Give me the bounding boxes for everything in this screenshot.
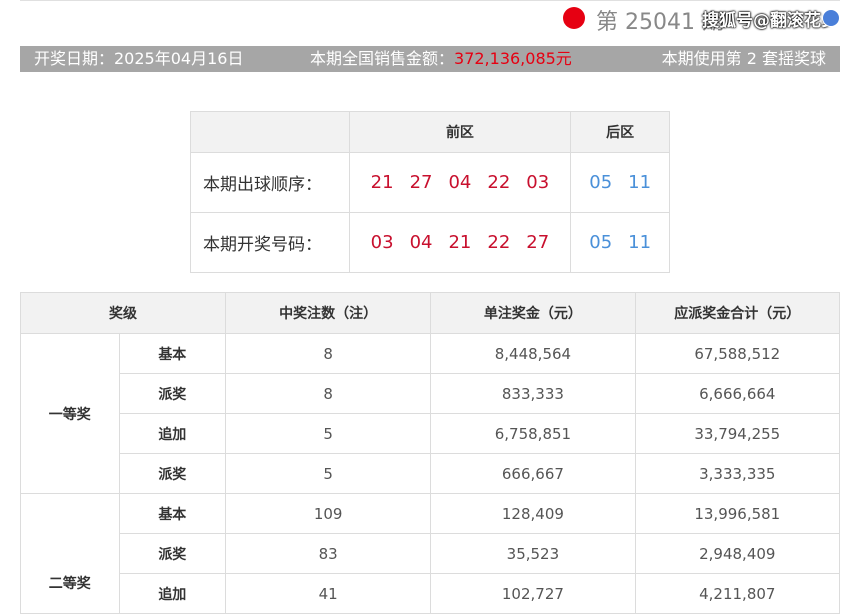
draw-row-label: 本期出球顺序： xyxy=(190,152,350,213)
sales-label: 本期全国销售金额： xyxy=(310,49,455,68)
single-prize: 102,727 xyxy=(430,573,636,614)
prize-subtype: 派奖 xyxy=(118,373,227,414)
front-ball: 04 xyxy=(448,172,472,193)
front-ball: 03 xyxy=(370,232,394,253)
front-ball: 22 xyxy=(487,172,511,193)
winner-count: 8 xyxy=(225,373,432,414)
single-prize: 128,409 xyxy=(430,493,636,534)
table-row: 追加 41 102,727 4,211,807 xyxy=(21,573,841,614)
corner-cell xyxy=(190,111,350,153)
prize-subtype: 追加 xyxy=(118,573,227,614)
sales-value: 372,136,085元 xyxy=(454,49,572,68)
winner-count: 83 xyxy=(225,533,432,574)
draw-header-row: 前区 后区 xyxy=(190,111,670,153)
header-count: 中奖注数（注） xyxy=(225,292,432,334)
front-ball: 21 xyxy=(448,232,472,253)
front-numbers: 03 04 21 22 27 xyxy=(348,212,572,273)
front-ball: 21 xyxy=(370,172,394,193)
total-prize: 4,211,807 xyxy=(634,573,841,614)
total-prize: 33,794,255 xyxy=(634,413,841,454)
draw-date: 开奖日期：2025年04月16日 xyxy=(34,49,244,68)
winner-count: 5 xyxy=(225,413,432,454)
front-ball: 27 xyxy=(526,232,550,253)
front-ball: 04 xyxy=(409,232,433,253)
table-row: 二等奖 基本 109 128,409 13,996,581 xyxy=(20,493,841,614)
draw-row-result: 本期开奖号码： 03 04 21 22 27 05 11 xyxy=(190,212,670,273)
total-prize: 3,333,335 xyxy=(634,453,841,494)
front-numbers: 21 27 04 22 03 xyxy=(348,152,572,213)
front-zone-header: 前区 xyxy=(348,111,572,153)
winner-count: 8 xyxy=(225,333,432,374)
sales-amount: 本期全国销售金额：372,136,085元 xyxy=(310,46,572,72)
draw-info-bar: 开奖日期：2025年04月16日 本期全国销售金额：372,136,085元 本… xyxy=(20,46,840,72)
prize-header-row: 奖级 中奖注数（注） 单注奖金（元） 应派奖金合计（元） xyxy=(19,292,841,334)
prize-level: 一等奖 xyxy=(20,333,120,494)
draw-numbers-table: 前区 后区 本期出球顺序： 21 27 04 22 03 05 11 本期开奖号码： 03… xyxy=(190,111,670,273)
winner-count: 41 xyxy=(225,573,432,614)
single-prize: 8,448,564 xyxy=(430,333,636,374)
draw-row-label: 本期开奖号码： xyxy=(190,212,350,273)
back-ball: 11 xyxy=(628,172,652,193)
watermark-text: 搜狐号@翻滚花乡 xyxy=(702,11,838,31)
winner-count: 109 xyxy=(225,493,432,534)
back-ball: 05 xyxy=(589,232,613,253)
front-ball: 03 xyxy=(526,172,550,193)
header-level: 奖级 xyxy=(19,292,227,334)
table-row: 派奖 5 666,667 3,333,335 xyxy=(21,453,841,494)
back-numbers: 05 11 xyxy=(570,212,670,273)
single-prize: 666,667 xyxy=(430,453,636,494)
back-zone-header: 后区 xyxy=(570,111,670,153)
front-ball: 22 xyxy=(487,232,511,253)
prize-table: 奖级 中奖注数（注） 单注奖金（元） 应派奖金合计（元） 一等奖 基本 8 8,… xyxy=(19,292,841,614)
prize-subtype: 派奖 xyxy=(118,453,227,494)
single-prize: 833,333 xyxy=(430,373,636,414)
back-ball: 05 xyxy=(589,172,613,193)
total-prize: 6,666,664 xyxy=(634,373,841,414)
header-single: 单注奖金（元） xyxy=(430,292,636,334)
table-row: 追加 5 6,758,851 33,794,255 xyxy=(21,413,841,454)
ball-set-info: 本期使用第 2 套摇奖球 xyxy=(661,49,826,68)
prize-subtype: 基本 xyxy=(118,333,227,374)
top-header: 第 25041 期 搜狐号@翻滚花乡 xyxy=(0,0,863,36)
draw-row-order: 本期出球顺序： 21 27 04 22 03 05 11 xyxy=(190,152,670,213)
prize-subtype: 追加 xyxy=(118,413,227,454)
total-prize: 67,588,512 xyxy=(634,333,841,374)
front-ball: 27 xyxy=(409,172,433,193)
back-numbers: 05 11 xyxy=(570,152,670,213)
top-divider xyxy=(20,0,840,1)
single-prize: 6,758,851 xyxy=(430,413,636,454)
table-row: 一等奖 基本 8 8,448,564 67,588,512 xyxy=(20,333,841,494)
winner-count: 5 xyxy=(225,453,432,494)
single-prize: 35,523 xyxy=(430,533,636,574)
table-row: 派奖 83 35,523 2,948,409 xyxy=(21,533,841,574)
header-total: 应派奖金合计（元） xyxy=(634,292,841,334)
table-row: 派奖 8 833,333 6,666,664 xyxy=(21,373,841,414)
prize-level: 二等奖 xyxy=(20,493,120,614)
watermark-logo-icon xyxy=(822,9,840,27)
red-dot-icon xyxy=(563,7,585,29)
prize-subtype: 派奖 xyxy=(118,533,227,574)
back-ball: 11 xyxy=(628,232,652,253)
total-prize: 13,996,581 xyxy=(634,493,841,534)
total-prize: 2,948,409 xyxy=(634,533,841,574)
prize-subtype: 基本 xyxy=(118,493,227,534)
